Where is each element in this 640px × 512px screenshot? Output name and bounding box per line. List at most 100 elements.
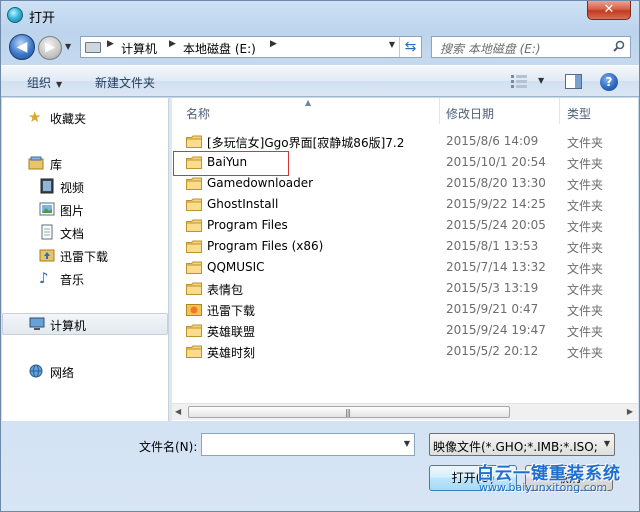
address-bar[interactable]: ▶ 计算机 ▶ 本地磁盘 (E:) ▶ ▼ ⇆	[80, 36, 422, 58]
scroll-left-icon[interactable]: ◀	[175, 407, 181, 416]
column-header-modified[interactable]: 修改日期	[446, 105, 494, 122]
search-icon[interactable]	[613, 40, 625, 52]
video-icon	[40, 178, 54, 194]
grip-icon: |||	[345, 408, 351, 417]
folder-icon	[186, 219, 202, 232]
site-watermark: 白云一键重装系统 www.baiyunxitong.com	[477, 459, 637, 499]
help-icon[interactable]: ?	[600, 73, 618, 91]
sidebar-item-documents[interactable]: 文档	[2, 221, 168, 243]
file-modified-date: 2015/5/24 20:05	[446, 218, 546, 232]
refresh-button[interactable]: ⇆	[399, 37, 421, 57]
file-type: 文件夹	[567, 241, 604, 255]
search-placeholder[interactable]: 搜索 本地磁盘 (E:)	[440, 40, 541, 57]
recent-pages-dropdown[interactable]: ▼	[65, 42, 71, 51]
sidebar-item-label: 计算机	[50, 319, 87, 333]
file-list: ▲ 名称 修改日期 类型 [多玩信女]Ggo界面[寂静城86版]7.2 2015/…	[172, 98, 638, 421]
scroll-right-icon[interactable]: ▶	[627, 407, 633, 416]
title-bar[interactable]: 打开 ✕	[1, 1, 639, 29]
filename-field[interactable]: ▼	[201, 433, 415, 456]
file-row[interactable]: Gamedownloader 2015/8/20 13:30 文件夹	[172, 173, 638, 194]
computer-icon	[29, 317, 45, 330]
file-modified-date: 2015/7/14 13:32	[446, 260, 546, 274]
sidebar-item-network[interactable]: 网络	[2, 360, 168, 382]
file-name: 英雄时刻	[207, 346, 256, 360]
sidebar-item-music[interactable]: ♪ 音乐	[2, 267, 168, 289]
file-type: 文件夹	[567, 220, 604, 234]
file-row[interactable]: 表情包 2015/5/3 13:19 文件夹	[172, 278, 638, 299]
sidebar-item-label: 迅雷下载	[60, 250, 109, 264]
file-row[interactable]: Program Files (x86) 2015/8/1 13:53 文件夹	[172, 236, 638, 257]
chevron-down-icon[interactable]: ▼	[604, 439, 610, 448]
window-title: 打开	[29, 11, 56, 26]
sidebar-item-computer[interactable]: 计算机	[2, 313, 168, 335]
picture-icon	[39, 202, 55, 216]
organize-menu[interactable]: 组织 ▼	[27, 74, 62, 91]
library-icon	[28, 156, 44, 170]
preview-pane-icon[interactable]	[565, 74, 582, 89]
breadcrumb-drive-e[interactable]: 本地磁盘 (E:)	[183, 40, 256, 57]
file-type: 文件夹	[567, 178, 604, 192]
watermark-url: www.baiyunxitong.com	[479, 481, 608, 494]
sidebar-item-label: 图片	[60, 204, 85, 218]
file-type: 文件夹	[567, 262, 604, 276]
file-name: Gamedownloader	[207, 176, 314, 190]
sidebar-item-thunder-downloads[interactable]: 迅雷下载	[2, 244, 168, 266]
file-name: 英雄联盟	[207, 325, 256, 339]
file-name: Program Files (x86)	[207, 239, 324, 253]
star-icon: ★	[28, 108, 42, 126]
close-button[interactable]: ✕	[587, 1, 631, 20]
file-row[interactable]: 英雄时刻 2015/5/2 20:12 文件夹	[172, 341, 638, 362]
column-separator[interactable]	[559, 98, 560, 124]
file-row[interactable]: GhostInstall 2015/9/22 14:25 文件夹	[172, 194, 638, 215]
download-icon	[39, 249, 55, 262]
file-modified-date: 2015/8/1 13:53	[446, 239, 539, 253]
file-modified-date: 2015/5/2 20:12	[446, 344, 539, 358]
forward-button[interactable]: ▶	[38, 36, 62, 60]
file-name: [多玩信女]Ggo界面[寂静城86版]7.2	[207, 136, 405, 150]
new-folder-button[interactable]: 新建文件夹	[95, 74, 155, 91]
view-options-icon[interactable]	[511, 75, 527, 88]
file-name: 迅雷下载	[207, 304, 256, 318]
filename-label: 文件名(N):	[139, 440, 198, 454]
chevron-down-icon[interactable]: ▼	[404, 439, 410, 448]
chevron-down-icon: ▼	[56, 80, 63, 89]
sidebar-item-libraries[interactable]: 库	[2, 152, 168, 174]
scrollbar-thumb[interactable]: |||	[188, 406, 510, 418]
file-type: 文件夹	[567, 136, 604, 150]
column-header-name[interactable]: 名称	[186, 105, 210, 122]
file-type: 文件夹	[567, 346, 604, 360]
file-name: GhostInstall	[207, 197, 279, 211]
file-row[interactable]: BaiYun 2015/10/1 20:54 文件夹	[172, 151, 638, 176]
file-type: 文件夹	[567, 304, 604, 318]
breadcrumb-computer[interactable]: 计算机	[121, 40, 157, 57]
sidebar-item-favorites[interactable]: ★ 收藏夹	[2, 106, 168, 128]
sidebar-item-videos[interactable]: 视频	[2, 175, 168, 197]
file-row[interactable]: 英雄联盟 2015/9/24 19:47 文件夹	[172, 320, 638, 341]
file-type-value[interactable]: 映像文件(*.GHO;*.IMB;*.ISO;*	[433, 438, 597, 455]
folder-icon	[186, 282, 202, 295]
file-row[interactable]: [多玩信女]Ggo界面[寂静城86版]7.2 2015/8/6 14:09 文件夹	[172, 131, 638, 152]
sidebar-item-label: 网络	[50, 366, 75, 380]
file-row[interactable]: 迅雷下载 2015/9/21 0:47 文件夹	[172, 299, 638, 320]
file-type-select[interactable]: 映像文件(*.GHO;*.IMB;*.ISO;* ▼	[429, 433, 615, 456]
breadcrumb-separator-icon[interactable]: ▶	[107, 39, 114, 49]
view-dropdown-icon[interactable]: ▼	[538, 76, 544, 85]
download-folder-icon	[186, 304, 202, 316]
column-separator[interactable]	[439, 98, 440, 124]
back-button[interactable]: ◀	[9, 34, 35, 60]
music-icon: ♪	[39, 269, 49, 287]
file-type: 文件夹	[567, 199, 604, 213]
file-modified-date: 2015/10/1 20:54	[446, 155, 546, 169]
breadcrumb-separator-icon[interactable]: ▶	[270, 39, 277, 49]
search-box[interactable]: 搜索 本地磁盘 (E:)	[431, 36, 631, 58]
sidebar-item-label: 文档	[60, 227, 85, 241]
file-row[interactable]: QQMUSIC 2015/7/14 13:32 文件夹	[172, 257, 638, 278]
address-dropdown-icon[interactable]: ▼	[389, 40, 395, 49]
horizontal-scrollbar[interactable]: ◀ ||| ▶	[172, 403, 638, 420]
document-icon	[41, 224, 53, 240]
column-header-type[interactable]: 类型	[567, 105, 591, 122]
breadcrumb-separator-icon[interactable]: ▶	[169, 39, 176, 49]
file-row[interactable]: Program Files 2015/5/24 20:05 文件夹	[172, 215, 638, 236]
sidebar-item-pictures[interactable]: 图片	[2, 198, 168, 220]
command-bar: 组织 ▼ 新建文件夹 ▼ ?	[1, 65, 639, 97]
